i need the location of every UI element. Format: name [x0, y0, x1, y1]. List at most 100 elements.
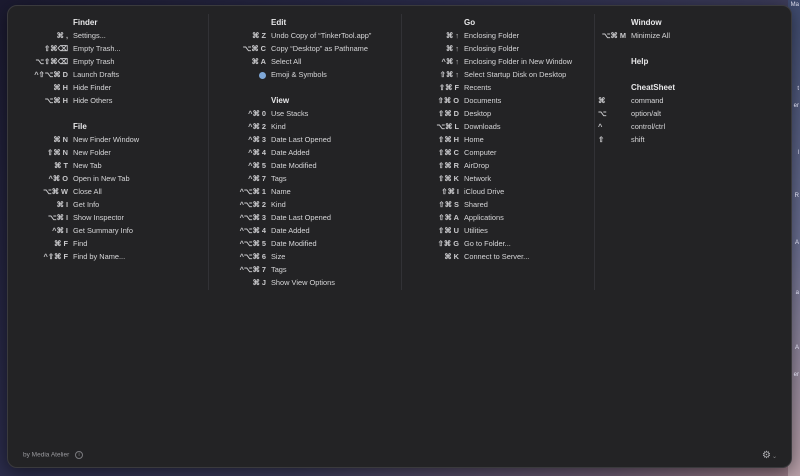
shortcut-keys: ⇧⌘ ↑ [439, 70, 459, 79]
shortcut-keys: ⌘ T [54, 161, 68, 170]
shortcut-item[interactable]: ^⇧⌘ F Find by Name... [18, 250, 203, 263]
shortcut-item[interactable]: ^⌘ ↑ Enclosing Folder in New Window [405, 55, 591, 68]
shortcut-keys: ⌥⌘ C [242, 44, 266, 53]
shortcut-item[interactable]: ⌥⌘ H Hide Others [18, 94, 203, 107]
shortcut-item[interactable]: ^⌘ 0 Use Stacks [212, 107, 398, 120]
shortcut-item[interactable]: ⇧⌘ ↑ Select Startup Disk on Desktop [405, 68, 591, 81]
shortcut-item[interactable]: ⌘ Z Undo Copy of “TinkerTool.app” [212, 29, 398, 42]
shortcut-item[interactable]: ⇧⌘ I iCloud Drive [405, 185, 591, 198]
shortcut-item[interactable]: ⌘ F Find [18, 237, 203, 250]
shortcut-keys: ^⌘ 5 [248, 161, 266, 170]
shortcut-item[interactable]: ⇧⌘ U Utilities [405, 224, 591, 237]
shortcut-label: command [631, 96, 664, 105]
shortcut-item[interactable]: ⌘ ↑ Enclosing Folder [405, 42, 591, 55]
settings-gear-button[interactable]: ⚙⌄ [762, 450, 777, 461]
shortcut-keys: ^ [598, 122, 603, 131]
shortcut-keys: ^⌥⌘ 5 [239, 239, 266, 248]
shortcut-item[interactable]: ⇧⌘ H Home [405, 133, 591, 146]
shortcut-keys: ⌘ H [53, 83, 68, 92]
shortcut-keys: ^⌥⌘ 2 [239, 200, 266, 209]
shortcut-keys: ⌘ ↑ [445, 31, 459, 40]
shortcut-item[interactable]: ^⌥⌘ 5 Date Modified [212, 237, 398, 250]
shortcut-keys: ⌘ I [56, 200, 69, 209]
shortcut-label: Name [271, 187, 291, 196]
shortcut-item[interactable]: ⌥⌘ L Downloads [405, 120, 591, 133]
shortcut-keys: ⇧ [598, 135, 605, 144]
shortcut-item[interactable]: Emoji & Symbols [212, 68, 398, 81]
shortcut-keys: ⌥⌘ I [47, 213, 68, 222]
shortcut-item[interactable]: ⌘ A Select All [212, 55, 398, 68]
shortcut-item[interactable]: ^⌥⌘ 2 Kind [212, 198, 398, 211]
shortcut-label: Utilities [464, 226, 488, 235]
shortcut-item[interactable]: ⇧⌘ C Computer [405, 146, 591, 159]
shortcut-label: Open in New Tab [73, 174, 130, 183]
shortcut-label: Kind [271, 122, 286, 131]
shortcut-keys: ^⌥⌘ 1 [239, 187, 266, 196]
shortcut-item[interactable]: ⇧⌘ F Recents [405, 81, 591, 94]
shortcut-keys: ^⌘ 3 [248, 135, 266, 144]
shortcut-item[interactable]: ⌘ H Hide Finder [18, 81, 203, 94]
shortcut-item[interactable]: ⇧⌘ G Go to Folder... [405, 237, 591, 250]
shortcut-item[interactable]: ^⌥⌘ 6 Size [212, 250, 398, 263]
shortcut-keys: ⇧⌘ R [438, 161, 459, 170]
shortcut-item[interactable]: ^⌘ 7 Tags [212, 172, 398, 185]
shortcut-label: Settings... [73, 31, 106, 40]
shortcut-keys: ⌘ A [251, 57, 266, 66]
wallpaper-label: Ma [790, 2, 799, 8]
column-divider [594, 14, 595, 290]
shortcut-item[interactable]: ^⌥⌘ 3 Date Last Opened [212, 211, 398, 224]
shortcut-item[interactable]: ⌥⌘ W Close All [18, 185, 203, 198]
shortcut-item[interactable]: ^⌘ 5 Date Modified [212, 159, 398, 172]
shortcut-keys: ^⇧⌘ F [43, 252, 68, 261]
shortcut-item[interactable]: ⇧⌘ K Network [405, 172, 591, 185]
shortcut-item[interactable]: ^⌥⌘ 7 Tags [212, 263, 398, 276]
shortcut-label: Date Last Opened [271, 213, 331, 222]
shortcut-label: AirDrop [464, 161, 490, 170]
shortcut-item[interactable]: ⌘ T New Tab [18, 159, 203, 172]
gear-icon: ⚙ [762, 450, 771, 461]
shortcut-keys: ⇧⌘ N [47, 148, 68, 157]
shortcut-item[interactable]: ⇧⌘ S Shared [405, 198, 591, 211]
shortcut-item[interactable]: ⇧⌘ O Documents [405, 94, 591, 107]
shortcut-item[interactable]: ^⌘ 4 Date Added [212, 146, 398, 159]
info-icon[interactable]: i [75, 451, 84, 459]
shortcut-item[interactable]: ⌘ N New Finder Window [18, 133, 203, 146]
shortcut-item[interactable]: ⌘ I Get Info [18, 198, 203, 211]
legend-item: ⌥ option/alt [598, 107, 783, 120]
shortcut-item[interactable]: ⌥⇧⌘⌫ Empty Trash [18, 55, 203, 68]
shortcut-label: Tags [271, 265, 287, 274]
shortcut-label: Date Added [271, 148, 310, 157]
section-title: View [271, 96, 290, 105]
wallpaper-label: A [794, 345, 799, 351]
shortcut-item[interactable]: ⌘ J Show View Options [212, 276, 398, 289]
shortcut-item[interactable]: ^⌥⌘ 1 Name [212, 185, 398, 198]
shortcut-keys: ⇧⌘ F [438, 83, 459, 92]
shortcut-item[interactable]: ⌘ K Connect to Server... [405, 250, 591, 263]
shortcut-keys: ^⌥⌘ 7 [239, 265, 266, 274]
shortcut-item[interactable]: ⌥⌘ I Show Inspector [18, 211, 203, 224]
credit-footer: by Media Atelier i [23, 451, 84, 459]
shortcut-item[interactable]: ⌥⌘ C Copy “Desktop” as Pathname [212, 42, 398, 55]
section-title: Help [631, 57, 649, 66]
shortcut-item[interactable]: ^⌘ O Open in New Tab [18, 172, 203, 185]
shortcut-keys: ⇧⌘⌫ [43, 44, 68, 53]
shortcut-keys: ⇧⌘ S [438, 200, 459, 209]
shortcut-item[interactable]: ⌘ ↑ Enclosing Folder [405, 29, 591, 42]
shortcut-item[interactable]: ⌥⌘ M Minimize All [598, 29, 783, 42]
shortcut-item[interactable]: ⇧⌘ A Applications [405, 211, 591, 224]
shortcut-keys: ^⌘ 0 [248, 109, 266, 118]
shortcut-item[interactable]: ^⌘ 2 Kind [212, 120, 398, 133]
shortcut-label: New Tab [73, 161, 102, 170]
shortcut-item[interactable]: ⇧⌘ R AirDrop [405, 159, 591, 172]
shortcut-item[interactable]: ^⌘ I Get Summary Info [18, 224, 203, 237]
shortcut-item[interactable]: ^⌘ 3 Date Last Opened [212, 133, 398, 146]
shortcut-item[interactable]: ⇧⌘ N New Folder [18, 146, 203, 159]
shortcut-item[interactable]: ^⌥⌘ 4 Date Added [212, 224, 398, 237]
shortcut-item[interactable]: ⇧⌘⌫ Empty Trash... [18, 42, 203, 55]
shortcut-item[interactable]: ⇧⌘ D Desktop [405, 107, 591, 120]
shortcut-item[interactable]: ⌘ , Settings... [18, 29, 203, 42]
shortcut-item[interactable]: ^⇧⌥⌘ D Launch Drafts [18, 68, 203, 81]
